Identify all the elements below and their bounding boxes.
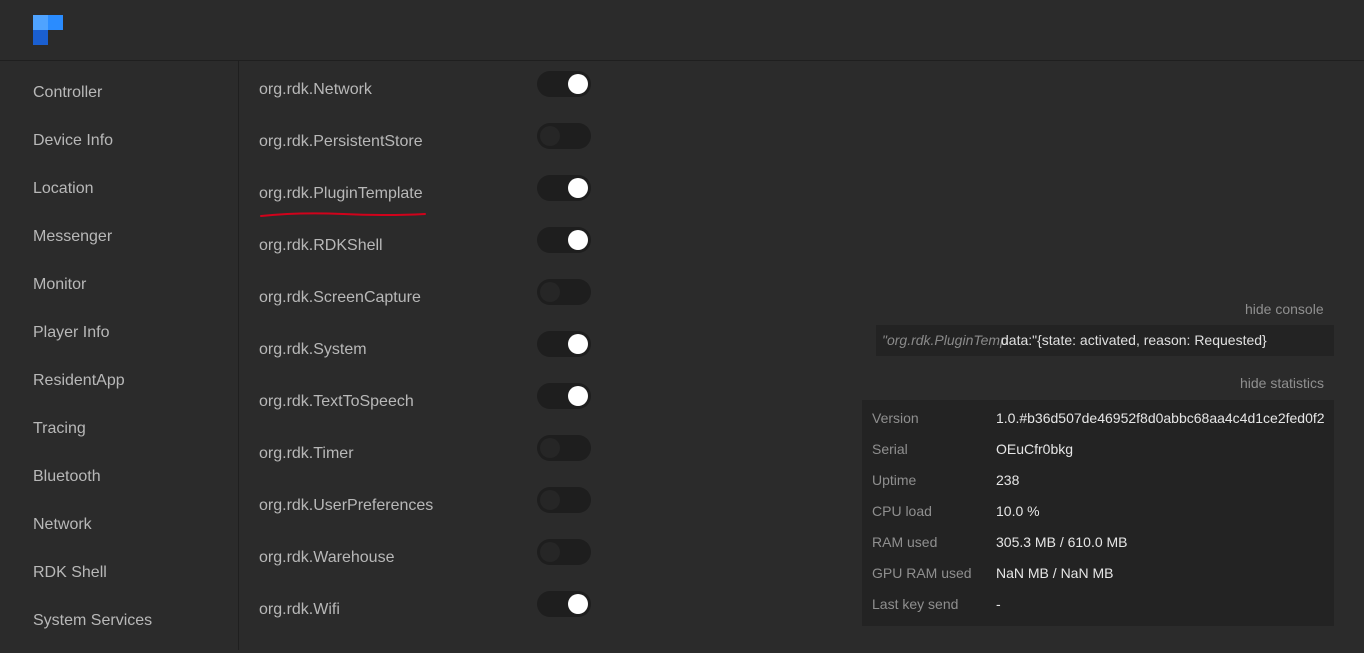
plugin-toggle[interactable] xyxy=(537,279,591,305)
console-output: "org.rdk.PluginTemp data:"{state: activa… xyxy=(876,325,1334,356)
toggle-knob xyxy=(540,438,560,458)
plugin-row: org.rdk.Wifi xyxy=(239,591,619,653)
plugin-name: org.rdk.Network xyxy=(259,81,372,98)
hide-console-link[interactable]: hide console xyxy=(1245,301,1324,317)
stat-label: Serial xyxy=(872,441,908,457)
nav-item-bluetooth[interactable]: Bluetooth xyxy=(33,468,101,486)
stat-row: Serial OEuCfr0bkg xyxy=(862,441,1334,472)
stat-value: 1.0.#b36d507de46952f8d0abbc68aa4c4d1ce2f… xyxy=(996,410,1325,426)
nav-item-location[interactable]: Location xyxy=(33,180,94,198)
stat-value: 238 xyxy=(996,472,1020,488)
top-bar xyxy=(0,0,1364,61)
stat-value: NaN MB / NaN MB xyxy=(996,565,1114,581)
plugin-name: org.rdk.TextToSpeech xyxy=(259,393,414,410)
logo-block xyxy=(33,15,48,30)
plugin-name: org.rdk.PluginTemplate xyxy=(259,185,423,202)
plugin-toggle[interactable] xyxy=(537,123,591,149)
plugin-name: org.rdk.Warehouse xyxy=(259,549,395,566)
stat-label: Uptime xyxy=(872,472,917,488)
stat-row: RAM used 305.3 MB / 610.0 MB xyxy=(862,534,1334,565)
toggle-knob xyxy=(540,542,560,562)
nav-item-messenger[interactable]: Messenger xyxy=(33,228,112,246)
stat-label: Version xyxy=(872,410,919,426)
logo-block xyxy=(33,30,48,45)
console-source: "org.rdk.PluginTemp xyxy=(882,332,1008,348)
toggle-knob xyxy=(568,594,588,614)
stat-row: Version 1.0.#b36d507de46952f8d0abbc68aa4… xyxy=(862,410,1334,441)
nav-item-network[interactable]: Network xyxy=(33,516,92,534)
nav-item-controller[interactable]: Controller xyxy=(33,84,102,102)
plugin-name: org.rdk.UserPreferences xyxy=(259,497,434,514)
stat-label: CPU load xyxy=(872,503,932,519)
toggle-knob xyxy=(568,74,588,94)
stat-value: 305.3 MB / 610.0 MB xyxy=(996,534,1128,550)
plugin-name: org.rdk.ScreenCapture xyxy=(259,289,421,306)
plugin-toggle[interactable] xyxy=(537,539,591,565)
logo-block xyxy=(48,15,63,30)
toggle-knob xyxy=(540,126,560,146)
toggle-knob xyxy=(540,490,560,510)
nav-item-tracing[interactable]: Tracing xyxy=(33,420,86,438)
plugin-toggle[interactable] xyxy=(537,487,591,513)
nav-item-rdk-shell[interactable]: RDK Shell xyxy=(33,564,107,582)
plugin-toggle[interactable] xyxy=(537,331,591,357)
toggle-knob xyxy=(568,334,588,354)
stat-row: Uptime 238 xyxy=(862,472,1334,503)
nav-item-device-info[interactable]: Device Info xyxy=(33,132,113,150)
stat-row: Last key send - xyxy=(862,596,1334,626)
stat-value: OEuCfr0bkg xyxy=(996,441,1074,457)
plugin-name: org.rdk.PersistentStore xyxy=(259,133,423,150)
nav-item-monitor[interactable]: Monitor xyxy=(33,276,86,294)
sidebar-nav: Controller Device Info Location Messenge… xyxy=(0,61,239,650)
stat-row: CPU load 10.0 % xyxy=(862,503,1334,534)
toggle-knob xyxy=(568,386,588,406)
toggle-knob xyxy=(568,230,588,250)
nav-item-player-info[interactable]: Player Info xyxy=(33,324,109,342)
stat-label: RAM used xyxy=(872,534,938,550)
statistics-panel: Version 1.0.#b36d507de46952f8d0abbc68aa4… xyxy=(862,400,1334,626)
plugin-toggle[interactable] xyxy=(537,71,591,97)
plugin-toggle[interactable] xyxy=(537,175,591,201)
console-message: data:"{state: activated, reason: Request… xyxy=(1001,332,1267,348)
plugin-name: org.rdk.RDKShell xyxy=(259,237,383,254)
plugin-toggle[interactable] xyxy=(537,591,591,617)
plugin-list: org.rdk.Network org.rdk.PersistentStore … xyxy=(239,61,839,650)
stat-row: GPU RAM used NaN MB / NaN MB xyxy=(862,565,1334,596)
toggle-knob xyxy=(540,282,560,302)
red-annotation-underline xyxy=(260,212,426,217)
plugin-toggle[interactable] xyxy=(537,383,591,409)
toggle-knob xyxy=(568,178,588,198)
hide-statistics-link[interactable]: hide statistics xyxy=(1240,375,1324,391)
plugin-name: org.rdk.Timer xyxy=(259,445,354,462)
plugin-name: org.rdk.System xyxy=(259,341,367,358)
plugin-toggle[interactable] xyxy=(537,435,591,461)
nav-item-resident-app[interactable]: ResidentApp xyxy=(33,372,125,390)
stat-value: - xyxy=(996,596,1001,612)
plugin-toggle[interactable] xyxy=(537,227,591,253)
app-logo[interactable] xyxy=(33,15,64,45)
stat-label: GPU RAM used xyxy=(872,565,972,581)
stat-value: 10.0 % xyxy=(996,503,1040,519)
stat-label: Last key send xyxy=(872,596,959,612)
plugin-name: org.rdk.Wifi xyxy=(259,601,340,618)
nav-item-system-services[interactable]: System Services xyxy=(33,612,152,630)
